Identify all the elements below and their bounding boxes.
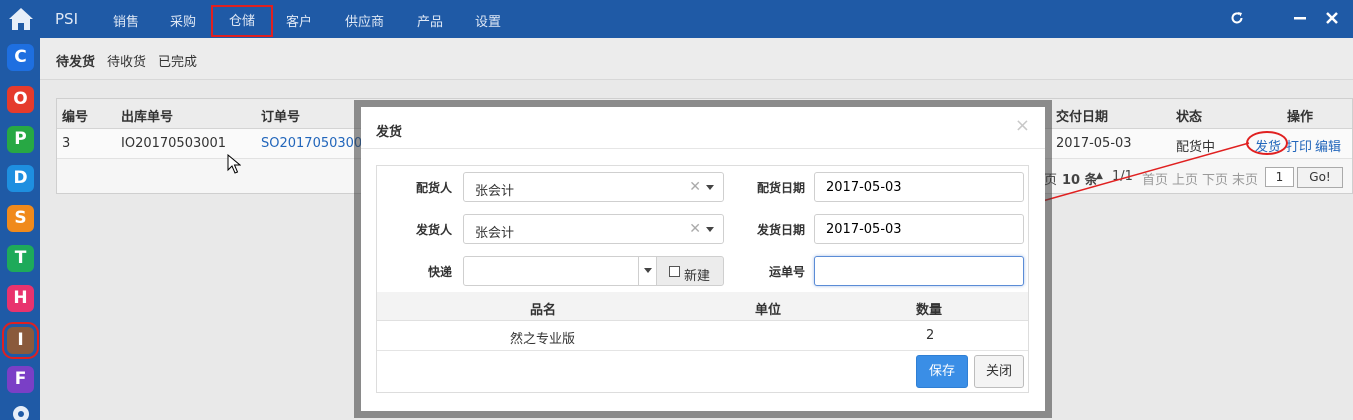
- chevron-down-icon: [706, 227, 714, 232]
- shipper-select[interactable]: 张会计 ✕: [463, 214, 724, 244]
- list-item: 然之专业版 2: [377, 321, 1028, 351]
- picker-label: 配货人: [415, 181, 452, 195]
- express-label: 快递: [427, 265, 452, 279]
- item-name: 然之专业版: [510, 332, 576, 347]
- app-sales-icon[interactable]: S: [7, 205, 34, 232]
- app-rail: C O P D S T H I F: [0, 0, 40, 420]
- save-button[interactable]: 保存: [916, 355, 968, 388]
- nav-product[interactable]: 产品: [417, 11, 443, 30]
- ship-date-input[interactable]: [814, 214, 1024, 244]
- brand-title: PSI: [55, 10, 78, 28]
- items-grid-header: 品名 单位 数量: [377, 292, 1028, 321]
- col-product-name: 品名: [530, 303, 557, 318]
- picker-select[interactable]: 张会计 ✕: [463, 172, 724, 202]
- col-unit: 单位: [755, 303, 782, 318]
- page-number-input[interactable]: 1: [1265, 167, 1294, 187]
- edit-action-link[interactable]: 编辑: [1315, 136, 1341, 155]
- nav-purchase[interactable]: 采购: [170, 11, 196, 30]
- nav-warehouse[interactable]: 仓储: [211, 5, 274, 37]
- col-delivery-date[interactable]: 交付日期: [1056, 106, 1108, 125]
- nav-customer[interactable]: 客户: [286, 11, 312, 30]
- tracking-input[interactable]: [814, 256, 1024, 286]
- col-actions: 操作: [1287, 110, 1314, 125]
- dialog-title: 发货: [376, 125, 403, 140]
- dialog-close-icon[interactable]: ×: [1015, 117, 1030, 135]
- nav-settings[interactable]: 设置: [475, 11, 501, 30]
- tracking-label: 运单号: [768, 265, 805, 279]
- cell-id: 3: [62, 136, 71, 151]
- col-id[interactable]: 编号: [62, 106, 88, 125]
- shipper-label: 发货人: [415, 223, 452, 237]
- app-project-icon[interactable]: P: [7, 126, 34, 153]
- minimize-icon[interactable]: [1293, 11, 1307, 25]
- ship-dialog: 发货 × 配货人 张会计 ✕ 配货日期 发货人 张会计 ✕ 发货日期 快递: [361, 107, 1045, 411]
- app-oa-icon[interactable]: O: [7, 86, 34, 113]
- ship-date-label: 发货日期: [756, 223, 805, 237]
- col-status[interactable]: 状态: [1176, 106, 1202, 125]
- cell-order-no[interactable]: SO20170503001: [261, 136, 370, 151]
- tab-completed[interactable]: 已完成: [158, 51, 197, 70]
- col-quantity: 数量: [916, 303, 943, 318]
- refresh-icon[interactable]: [1230, 11, 1244, 25]
- col-order-no[interactable]: 订单号: [261, 106, 300, 125]
- app-team-icon[interactable]: T: [7, 245, 34, 272]
- new-checkbox[interactable]: [669, 266, 680, 277]
- go-button[interactable]: Go!: [1297, 167, 1343, 188]
- app-inventory-icon[interactable]: I: [2, 322, 39, 359]
- clear-icon[interactable]: ✕: [689, 179, 701, 195]
- new-express-toggle[interactable]: 新建: [656, 256, 724, 286]
- app-doc-icon[interactable]: D: [7, 165, 34, 192]
- home-icon[interactable]: [8, 6, 34, 32]
- col-out-no[interactable]: 出库单号: [121, 106, 173, 125]
- app-crm-icon[interactable]: C: [7, 44, 34, 71]
- app-hr-icon[interactable]: H: [7, 285, 34, 312]
- ship-form: 配货人 张会计 ✕ 配货日期 发货人 张会计 ✕ 发货日期 快递 新建 运: [376, 165, 1029, 393]
- nav-supplier[interactable]: 供应商: [345, 11, 384, 30]
- close-icon[interactable]: [1325, 11, 1339, 25]
- pick-date-input[interactable]: [814, 172, 1024, 202]
- close-button[interactable]: 关闭: [974, 355, 1024, 388]
- pick-date-label: 配货日期: [756, 181, 805, 195]
- tab-to-receive[interactable]: 待收货: [107, 51, 146, 70]
- sub-tabs: 待发货 待收货 已完成: [40, 38, 1353, 80]
- annotation-arrow-icon: [1031, 142, 1250, 206]
- mouse-cursor-icon: [227, 154, 241, 174]
- clear-icon[interactable]: ✕: [689, 221, 701, 237]
- gear-icon[interactable]: [9, 402, 33, 420]
- dialog-header: 发货 ×: [361, 107, 1045, 149]
- top-navbar: PSI 销售 采购 仓储 客户 供应商 产品 设置: [40, 0, 1353, 38]
- nav-sales[interactable]: 销售: [113, 11, 139, 30]
- app-finance-icon[interactable]: F: [7, 366, 34, 393]
- print-action-link[interactable]: 打印: [1286, 136, 1312, 155]
- cell-out-no: IO20170503001: [121, 136, 227, 151]
- item-quantity: 2: [926, 328, 935, 343]
- chevron-down-icon: [706, 185, 714, 190]
- express-dropdown-toggle[interactable]: [638, 256, 656, 286]
- express-combo[interactable]: [463, 256, 657, 286]
- chevron-down-icon: [644, 268, 652, 273]
- tab-to-ship[interactable]: 待发货: [56, 51, 95, 70]
